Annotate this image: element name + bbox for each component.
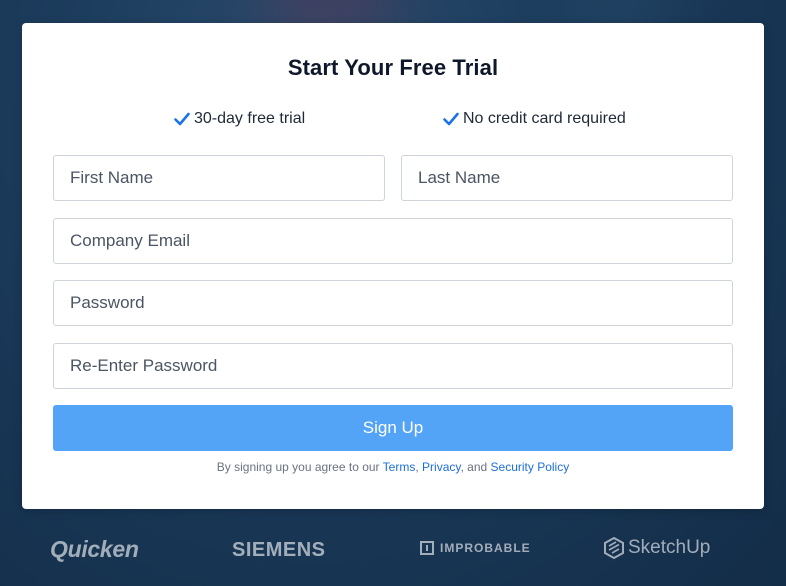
privacy-link[interactable]: Privacy <box>422 460 460 474</box>
reenter-password-input[interactable] <box>53 343 733 389</box>
siemens-logo: SIEMENS <box>232 539 326 562</box>
legal-notice: By signing up you agree to our Terms, Pr… <box>22 460 764 474</box>
logo-text: SIEMENS <box>232 539 326 561</box>
legal-comma: , <box>415 460 419 474</box>
company-email-input[interactable] <box>53 218 733 264</box>
logo-text: IMPROBABLE <box>440 541 531 555</box>
improbable-logo: IMPROBABLE <box>420 541 531 555</box>
signup-card: Start Your Free Trial 30-day free trial … <box>22 23 764 509</box>
last-name-input[interactable] <box>401 155 733 201</box>
terms-link[interactable]: Terms <box>383 460 416 474</box>
perk-free-trial: 30-day free trial <box>174 110 305 128</box>
improbable-mark-icon <box>420 541 434 555</box>
sign-up-button[interactable]: Sign Up <box>53 405 733 451</box>
legal-prefix: By signing up you agree to our <box>216 460 380 474</box>
logo-text: SketchUp <box>628 537 711 558</box>
first-name-input[interactable] <box>53 155 385 201</box>
legal-and: , and <box>460 460 488 474</box>
perk-label: No credit card required <box>463 110 626 127</box>
sketchup-logo: SketchUp <box>604 537 710 559</box>
form-title: Start Your Free Trial <box>287 55 499 80</box>
sketchup-mark-icon <box>604 537 624 559</box>
perk-label: 30-day free trial <box>194 110 306 127</box>
logo-text: Quicken <box>50 536 139 562</box>
quicken-logo: Quicken <box>50 536 139 563</box>
perk-no-credit-card: No credit card required <box>443 110 626 128</box>
password-input[interactable] <box>53 280 733 326</box>
customer-logos: Quicken SIEMENS IMPROBABLE SketchUp <box>0 530 786 570</box>
checkmark-icon <box>174 112 190 126</box>
security-policy-link[interactable]: Security Policy <box>491 460 570 474</box>
checkmark-icon <box>443 112 459 126</box>
